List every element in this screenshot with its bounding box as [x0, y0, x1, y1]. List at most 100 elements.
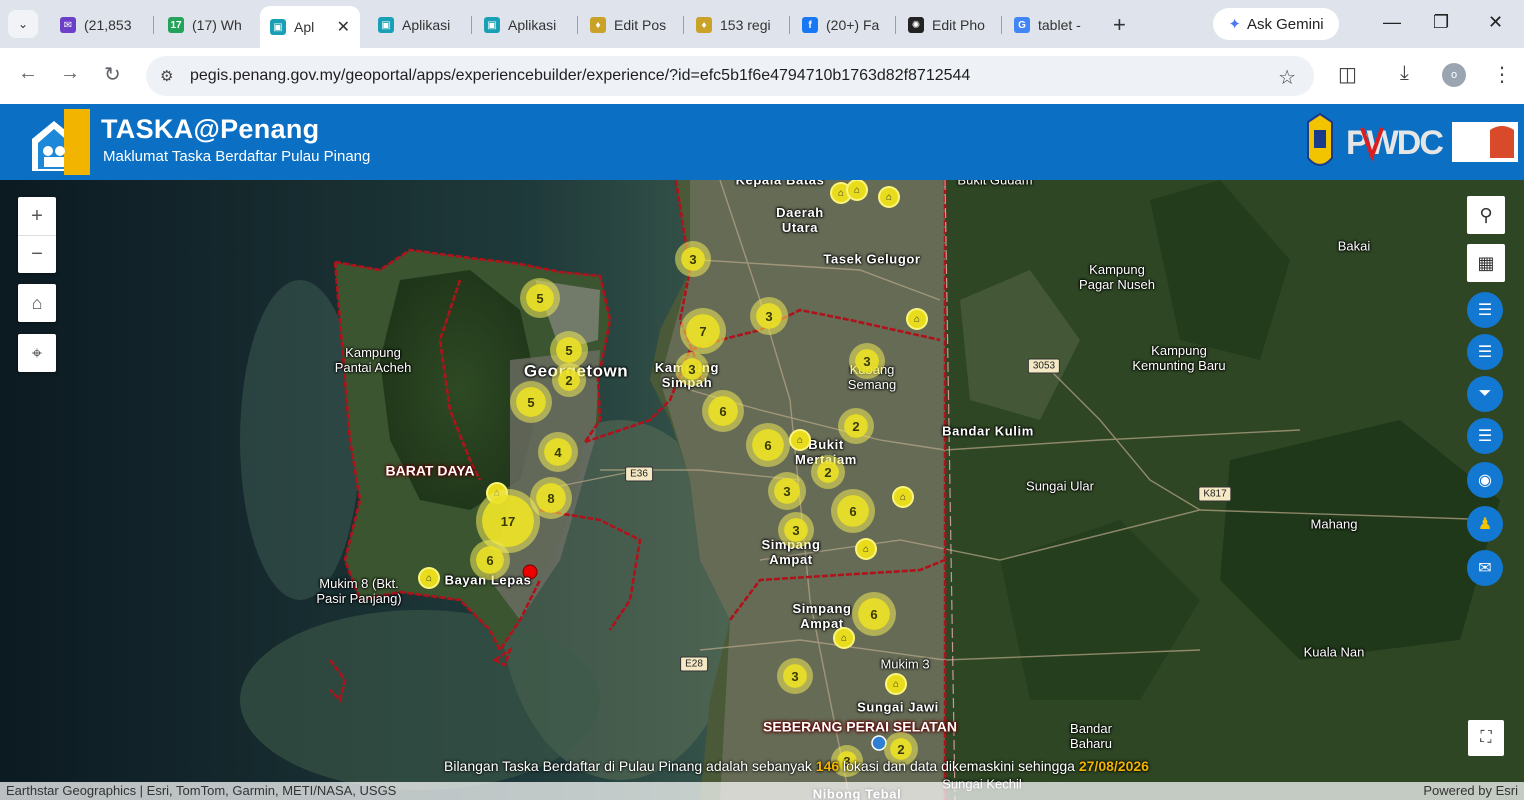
document-search-icon: ☰	[1477, 428, 1493, 445]
search-button[interactable]: ⚲	[1467, 196, 1505, 234]
extensions-icon[interactable]: ◫	[1338, 62, 1357, 87]
whatsapp-icon: 17	[168, 17, 184, 33]
taska-marker[interactable]: ⌂	[833, 627, 855, 649]
browser-tab[interactable]: ♦ Edit Pos	[580, 8, 680, 42]
forward-button[interactable]: →	[60, 62, 80, 85]
cluster-marker[interactable]: 6	[752, 429, 784, 461]
road-shield: E28	[680, 656, 708, 672]
cluster-marker[interactable]: 3	[681, 247, 705, 271]
download-icon[interactable]: ⤓	[1400, 62, 1409, 85]
close-tab-icon[interactable]: ✕	[329, 17, 350, 37]
fullscreen-button[interactable]: ⛶	[1468, 720, 1504, 756]
powered-by-esri[interactable]: Powered by Esri	[1423, 783, 1518, 798]
cluster-marker[interactable]: 8	[536, 483, 566, 513]
taska-marker[interactable]: ⌂	[906, 308, 928, 330]
new-tab-button[interactable]: +	[1113, 12, 1126, 38]
cluster-marker[interactable]: 2	[844, 414, 868, 438]
taska-marker[interactable]: ⌂	[878, 186, 900, 208]
crosshair-icon: ⌖	[31, 342, 43, 363]
taska-marker[interactable]: ⌂	[885, 673, 907, 695]
browser-tab[interactable]: ▣ Aplikasi	[368, 8, 468, 42]
facebook-icon: f	[802, 17, 818, 33]
school-icon: ⌂	[425, 572, 433, 584]
qr-code-button[interactable]: ▦	[1467, 244, 1505, 282]
back-button[interactable]: ←	[18, 62, 38, 85]
cluster-marker[interactable]: 5	[556, 337, 582, 363]
reload-button[interactable]: ↻	[104, 62, 121, 87]
home-button[interactable]: ⌂	[18, 284, 56, 322]
attribution-text[interactable]: Earthstar Geographics | Esri, TomTom, Ga…	[6, 783, 396, 798]
browser-toolbar: ← → ↻ ⚙ pegis.penang.gov.my/geoportal/ap…	[0, 48, 1524, 104]
browser-tab[interactable]: ▣ Apl ✕	[260, 6, 360, 48]
app-header: TASKA@Penang Maklumat Taska Berdaftar Pu…	[0, 104, 1524, 180]
browser-tab[interactable]: ✺ Edit Pho	[898, 8, 998, 42]
cluster-marker[interactable]: 2	[817, 461, 839, 483]
map-view[interactable]: Daerah Utara Tasek Gelugor Kampung Pagar N…	[0, 180, 1524, 800]
taska-marker[interactable]: ⌂	[892, 486, 914, 508]
cluster-marker[interactable]: 6	[858, 598, 890, 630]
cluster-marker[interactable]: 3	[783, 664, 807, 688]
site-info-icon[interactable]: ⚙	[160, 67, 173, 85]
close-window-button[interactable]: ✕	[1488, 12, 1503, 33]
school-icon: ⌂	[796, 434, 804, 446]
contact-button[interactable]: ✉	[1467, 550, 1503, 586]
taska-marker[interactable]: ⌂	[855, 538, 877, 560]
zoom-out-button[interactable]: −	[18, 235, 56, 273]
address-bar[interactable]: ⚙ pegis.penang.gov.my/geoportal/apps/exp…	[146, 56, 1314, 96]
list-icon: ☰	[1477, 302, 1493, 319]
tab-separator	[577, 16, 578, 34]
taska-marker[interactable]: ⌂	[418, 567, 440, 589]
nearby-button[interactable]: ◉	[1467, 462, 1503, 498]
layers-button[interactable]: ☰	[1467, 334, 1503, 370]
app-subtitle: Maklumat Taska Berdaftar Pulau Pinang	[103, 148, 371, 165]
taska-marker[interactable]: ⌂	[789, 429, 811, 451]
cluster-marker[interactable]: 17	[482, 495, 534, 547]
minimize-button[interactable]: —	[1383, 12, 1401, 33]
school-icon: ⌂	[853, 184, 861, 196]
place-label: Daerah Utara	[776, 205, 824, 235]
profile-avatar[interactable]: o	[1442, 63, 1466, 87]
street-view-button[interactable]: ♟	[1467, 506, 1503, 542]
cluster-marker[interactable]: 3	[855, 349, 879, 373]
taska-count-banner: Bilangan Taska Berdaftar di Pulau Pinang…	[444, 758, 1149, 774]
ask-gemini-button[interactable]: ✦ Ask Gemini	[1213, 8, 1339, 40]
browser-tab[interactable]: ✉ (21,853	[50, 8, 150, 42]
home-icon: ⌂	[31, 292, 43, 313]
cluster-marker[interactable]: 5	[516, 387, 546, 417]
cluster-marker[interactable]: 3	[681, 358, 703, 380]
browser-tab[interactable]: f (20+) Fa	[792, 8, 892, 42]
place-label: Sungai Ular	[1026, 478, 1094, 494]
menu-kebab-icon[interactable]: ⋮	[1492, 62, 1512, 87]
browser-tab[interactable]: ▣ Aplikasi	[474, 8, 574, 42]
cluster-marker[interactable]: 5	[526, 284, 554, 312]
filter-button[interactable]: ⏷	[1467, 376, 1503, 412]
browser-tab[interactable]: Gtablet -	[1004, 8, 1100, 42]
cluster-marker[interactable]: 4	[544, 438, 572, 466]
cluster-marker[interactable]: 2	[558, 369, 580, 391]
bookmark-star-icon[interactable]: ☆	[1278, 65, 1296, 90]
road-shield: K817	[1198, 486, 1232, 502]
cluster-marker[interactable]: 6	[837, 495, 869, 527]
gemini-sparkle-icon: ✦	[1228, 16, 1241, 33]
taska-marker[interactable]: ⌂	[846, 180, 868, 201]
tab-separator	[789, 16, 790, 34]
tab-search-button[interactable]: ⌄	[8, 10, 38, 38]
place-label: Mukim 8 (Bkt. Pasir Panjang)	[316, 576, 402, 606]
cluster-marker[interactable]: 2	[890, 738, 912, 760]
place-label: Bandar Baharu	[1070, 721, 1112, 751]
list-button[interactable]: ☰	[1467, 292, 1503, 328]
locate-button[interactable]: ⌖	[18, 334, 56, 372]
cluster-marker[interactable]: 6	[708, 396, 738, 426]
cluster-marker[interactable]: 3	[784, 518, 808, 542]
zoom-in-button[interactable]: +	[18, 197, 56, 235]
browser-tab[interactable]: 17 (17) Wh	[158, 8, 256, 42]
place-label: SEBERANG PERAI SELATAN	[763, 718, 957, 735]
cluster-marker[interactable]: 6	[476, 546, 504, 574]
browser-tab[interactable]: ♦ 153 regi	[686, 8, 786, 42]
ask-gemini-label: Ask Gemini	[1246, 15, 1324, 33]
restore-button[interactable]: ❐	[1433, 12, 1449, 33]
query-button[interactable]: ☰	[1467, 418, 1503, 454]
cluster-marker[interactable]: 3	[774, 478, 800, 504]
cluster-marker[interactable]: 7	[686, 314, 720, 348]
cluster-marker[interactable]: 3	[756, 303, 782, 329]
